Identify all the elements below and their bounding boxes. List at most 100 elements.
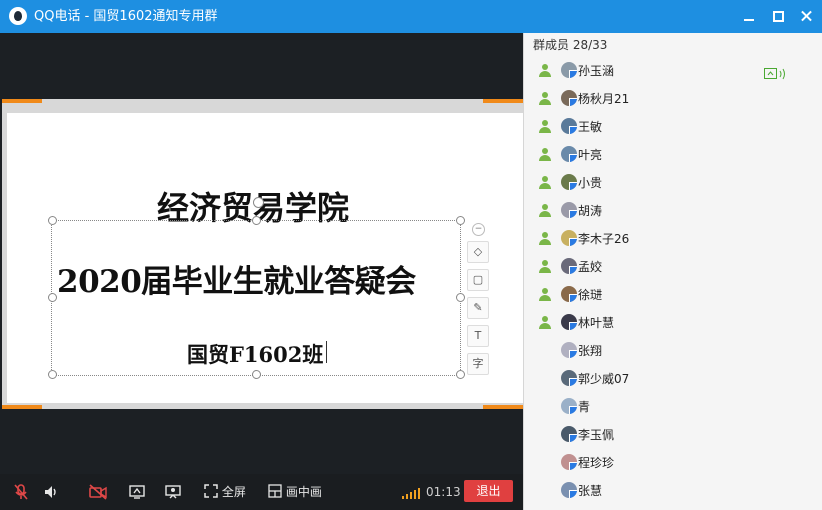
- screen-share-icon[interactable]: [128, 483, 146, 501]
- resize-handle[interactable]: [456, 293, 465, 302]
- text-format-icon[interactable]: T: [467, 325, 489, 347]
- collapse-icon[interactable]: −: [472, 223, 485, 236]
- member-list-item[interactable]: 胡涛: [524, 197, 822, 225]
- member-list-item[interactable]: 孟姣: [524, 253, 822, 281]
- maximize-button[interactable]: [768, 6, 788, 26]
- member-name: 张翔: [578, 344, 603, 358]
- picture-in-picture-button[interactable]: 画中画: [268, 483, 322, 501]
- resize-handle[interactable]: [48, 216, 57, 225]
- call-timer: 01:13: [426, 485, 461, 499]
- resize-handle[interactable]: [48, 293, 57, 302]
- shared-screen-video[interactable]: 经济贸易学院 2020届毕业生就业答疑会 国贸F1602班 − ◇ ▢ ✎ T …: [0, 33, 523, 474]
- avatar: [561, 482, 577, 498]
- resize-handle[interactable]: [252, 216, 261, 225]
- close-button[interactable]: [796, 6, 816, 26]
- member-list-item[interactable]: 杨秋月21: [524, 85, 822, 113]
- user-status-icon: [538, 232, 552, 246]
- pip-icon: [268, 484, 282, 498]
- user-status-icon: [538, 148, 552, 162]
- qq-logo-icon: [9, 7, 27, 25]
- font-icon[interactable]: 字: [467, 353, 489, 375]
- device-badge-icon: [569, 406, 577, 414]
- member-list-item[interactable]: 郭少威07: [524, 365, 822, 393]
- member-list-item[interactable]: 张翔: [524, 337, 822, 365]
- pen-icon[interactable]: ✎: [467, 297, 489, 319]
- member-name: 小贵: [578, 176, 603, 190]
- avatar: [561, 90, 577, 106]
- user-status-icon: [538, 64, 552, 78]
- user-status-icon: [538, 204, 552, 218]
- avatar: [561, 314, 577, 330]
- avatar: [561, 62, 577, 78]
- avatar: [561, 174, 577, 190]
- member-list-item[interactable]: 林叶慧: [524, 309, 822, 337]
- device-badge-icon: [569, 98, 577, 106]
- resize-handle[interactable]: [252, 370, 261, 379]
- mic-muted-icon[interactable]: [12, 483, 30, 501]
- avatar: [561, 342, 577, 358]
- presentation-slide: 经济贸易学院 2020届毕业生就业答疑会 国贸F1602班 − ◇ ▢ ✎ T …: [7, 113, 523, 403]
- device-badge-icon: [569, 378, 577, 386]
- fullscreen-label: 全屏: [221, 485, 246, 499]
- avatar: [561, 426, 577, 442]
- avatar: [561, 454, 577, 470]
- member-list-item[interactable]: 程珍珍: [524, 449, 822, 477]
- member-list-item[interactable]: 青: [524, 393, 822, 421]
- avatar: [561, 146, 577, 162]
- user-status-icon: [538, 120, 552, 134]
- call-control-bar: 全屏 画中画 01:13 退出: [0, 474, 523, 510]
- member-list-item[interactable]: 王敏: [524, 113, 822, 141]
- resize-handle[interactable]: [456, 370, 465, 379]
- member-list-item[interactable]: 孙玉涵: [524, 57, 822, 85]
- text-cursor: [326, 341, 327, 363]
- device-badge-icon: [569, 294, 577, 302]
- device-badge-icon: [569, 266, 577, 274]
- pip-label: 画中画: [285, 485, 322, 499]
- user-status-icon: [538, 316, 552, 330]
- rotate-handle-icon[interactable]: [253, 197, 264, 208]
- member-list-item[interactable]: 徐琎: [524, 281, 822, 309]
- member-list-item[interactable]: 李玉佩: [524, 421, 822, 449]
- presentation-icon[interactable]: [164, 483, 182, 501]
- avatar: [561, 118, 577, 134]
- device-badge-icon: [569, 70, 577, 78]
- fullscreen-button[interactable]: 全屏: [204, 483, 246, 501]
- signal-strength-icon: [401, 483, 421, 501]
- speaker-icon[interactable]: [42, 483, 60, 501]
- slide-class-label: 国贸F1602班: [187, 342, 324, 367]
- avatar: [561, 398, 577, 414]
- user-status-icon: [538, 288, 552, 302]
- device-badge-icon: [569, 434, 577, 442]
- avatar: [561, 230, 577, 246]
- window-title: QQ电话 - 国贸1602通知专用群: [34, 9, 218, 24]
- member-name: 张慧: [578, 484, 603, 498]
- device-badge-icon: [569, 126, 577, 134]
- avatar: [561, 258, 577, 274]
- frame-corner: [2, 99, 42, 103]
- avatar: [561, 202, 577, 218]
- member-name: 叶亮: [578, 148, 603, 162]
- resize-handle[interactable]: [456, 216, 465, 225]
- member-list-item[interactable]: 叶亮: [524, 141, 822, 169]
- avatar: [561, 286, 577, 302]
- exit-call-button[interactable]: 退出: [464, 480, 513, 502]
- fill-bucket-icon[interactable]: ◇: [467, 241, 489, 263]
- resize-handle[interactable]: [48, 370, 57, 379]
- member-name: 王敏: [578, 120, 603, 134]
- member-name: 郭少威07: [578, 372, 630, 386]
- fullscreen-icon: [204, 484, 218, 498]
- outline-shape-icon[interactable]: ▢: [467, 269, 489, 291]
- member-count-header: 群成员 28/33: [533, 38, 608, 52]
- frame-corner: [2, 405, 42, 409]
- member-name: 李玉佩: [578, 428, 615, 442]
- member-list-item[interactable]: 张慧: [524, 477, 822, 505]
- device-badge-icon: [569, 238, 577, 246]
- device-badge-icon: [569, 462, 577, 470]
- member-list-panel[interactable]: 群成员 28/33 孙玉涵 杨秋月21 王敏叶亮小贵胡涛李木子26 孟姣 徐琎 林叶慧张翔…: [523, 33, 822, 510]
- camera-off-icon[interactable]: [88, 483, 108, 501]
- device-badge-icon: [569, 210, 577, 218]
- member-list-item[interactable]: 小贵: [524, 169, 822, 197]
- member-list-item[interactable]: 李木子26: [524, 225, 822, 253]
- member-name: 李木子26: [578, 232, 630, 246]
- minimize-button[interactable]: [739, 6, 759, 26]
